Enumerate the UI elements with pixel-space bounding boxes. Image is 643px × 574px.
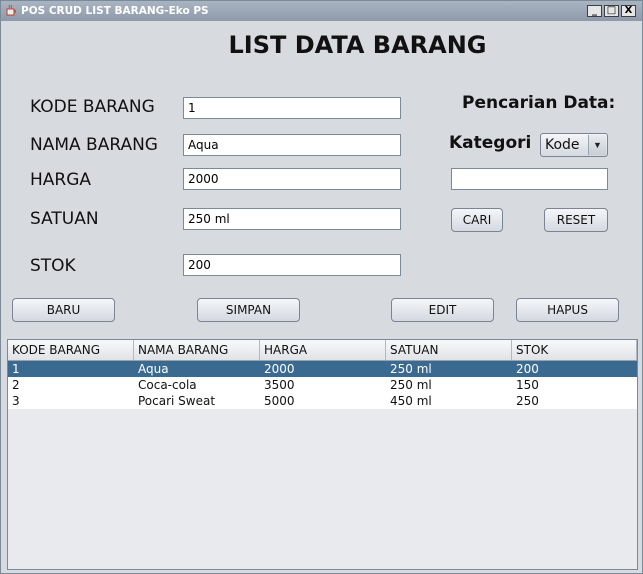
app-window: POS CRUD LIST BARANG-Eko PS _ □ X LIST D…	[0, 0, 643, 574]
satuan-input[interactable]	[183, 208, 401, 230]
table-row[interactable]: 1 Aqua 2000 250 ml 200	[8, 361, 637, 377]
table-cell: Aqua	[138, 362, 169, 376]
minimize-button[interactable]: _	[587, 5, 602, 17]
table-cell: 250 ml	[390, 362, 432, 376]
table-cell: 1	[12, 362, 20, 376]
table-cell: 450 ml	[390, 394, 432, 408]
kode-barang-input[interactable]	[183, 97, 401, 119]
chevron-down-icon[interactable]: ▼	[588, 135, 606, 155]
column-header[interactable]: HARGA	[260, 340, 386, 360]
java-cup-icon	[6, 4, 16, 16]
barang-table[interactable]: KODE BARANG NAMA BARANG HARGA SATUAN STO…	[7, 339, 638, 570]
baru-button[interactable]: BARU	[12, 298, 115, 322]
harga-label: HARGA	[30, 170, 92, 190]
kategori-selected-value: Kode	[545, 137, 580, 153]
column-header[interactable]: KODE BARANG	[8, 340, 134, 360]
table-row[interactable]: 3 Pocari Sweat 5000 450 ml 250	[8, 393, 637, 409]
kategori-label: Kategori	[449, 133, 532, 153]
table-cell: Coca-cola	[138, 378, 197, 392]
maximize-button[interactable]: □	[604, 5, 619, 17]
edit-button[interactable]: EDIT	[391, 298, 494, 322]
table-cell: 250 ml	[390, 378, 432, 392]
reset-button[interactable]: RESET	[544, 208, 608, 232]
cari-button[interactable]: CARI	[451, 208, 503, 232]
title-bar[interactable]: POS CRUD LIST BARANG-Eko PS _ □ X	[1, 1, 642, 21]
table-cell: 250	[516, 394, 539, 408]
table-cell: 2	[12, 378, 20, 392]
column-header[interactable]: STOK	[512, 340, 637, 360]
column-header[interactable]: SATUAN	[386, 340, 512, 360]
table-cell: Pocari Sweat	[138, 394, 216, 408]
kode-barang-label: KODE BARANG	[30, 97, 155, 117]
page-title: LIST DATA BARANG	[228, 31, 487, 59]
nama-barang-label: NAMA BARANG	[30, 135, 158, 155]
table-cell: 150	[516, 378, 539, 392]
table-row[interactable]: 2 Coca-cola 3500 250 ml 150	[8, 377, 637, 393]
table-header: KODE BARANG NAMA BARANG HARGA SATUAN STO…	[8, 340, 637, 361]
table-cell: 200	[516, 362, 539, 376]
nama-barang-input[interactable]	[183, 134, 401, 156]
hapus-button[interactable]: HAPUS	[516, 298, 619, 322]
simpan-button[interactable]: SIMPAN	[197, 298, 300, 322]
window-title: POS CRUD LIST BARANG-Eko PS	[21, 5, 209, 17]
kategori-select[interactable]: Kode ▼	[540, 133, 608, 157]
table-cell: 3	[12, 394, 20, 408]
table-cell: 3500	[264, 378, 295, 392]
table-cell: 2000	[264, 362, 295, 376]
stok-label: STOK	[30, 256, 76, 276]
stok-input[interactable]	[183, 254, 401, 276]
harga-input[interactable]	[183, 168, 401, 190]
search-title: Pencarian Data:	[462, 93, 616, 113]
table-cell: 5000	[264, 394, 295, 408]
search-input[interactable]	[451, 168, 608, 190]
column-header[interactable]: NAMA BARANG	[134, 340, 260, 360]
close-button[interactable]: X	[621, 5, 636, 17]
satuan-label: SATUAN	[30, 209, 99, 229]
